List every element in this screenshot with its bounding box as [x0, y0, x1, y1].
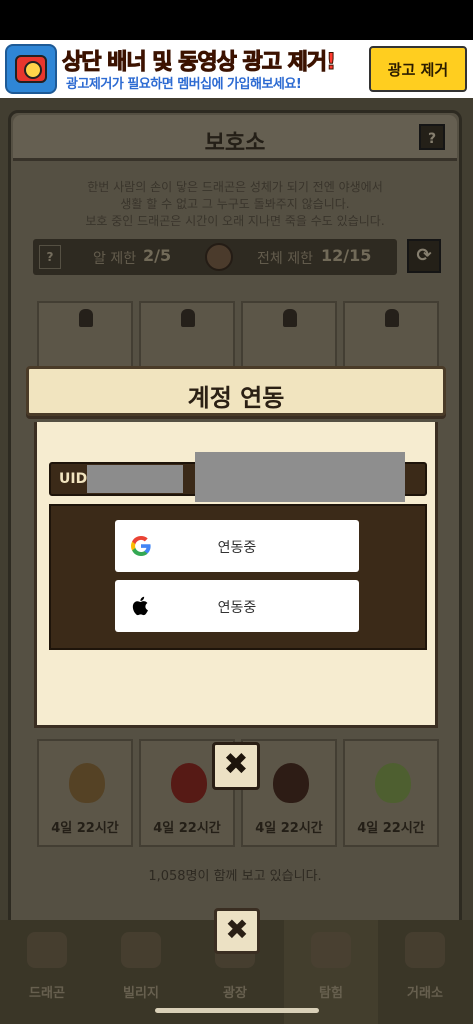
uid-label: UID — [59, 471, 88, 487]
uid-field: UID — [49, 452, 427, 502]
redacted-uid — [195, 452, 405, 502]
link-panel: 연동중 연동중 — [49, 504, 427, 650]
remove-ads-button[interactable]: 광고 제거 — [369, 46, 467, 92]
dialog-header: 계정 연동 — [26, 366, 446, 416]
ad-title: 상단 배너 및 동영상 광고 제거! — [61, 50, 336, 76]
google-link-button[interactable]: 연동중 — [115, 520, 359, 572]
google-link-status: 연동중 — [217, 540, 257, 556]
ad-logo-icon — [5, 44, 57, 94]
dialog-body: UID 연동중 연동중 — [34, 422, 438, 728]
ad-banner[interactable]: 상단 배너 및 동영상 광고 제거! 광고제거가 필요하면 멤버십에 가입해보세… — [0, 40, 473, 98]
apple-link-button[interactable]: 연동중 — [115, 580, 359, 632]
redacted-uid — [87, 465, 183, 493]
shelter-close-button[interactable]: ✖ — [214, 908, 260, 954]
apple-link-status: 연동중 — [217, 600, 257, 616]
dialog-title: 계정 연동 — [187, 384, 285, 412]
status-bar — [0, 0, 473, 40]
dialog-close-button[interactable]: ✖ — [212, 742, 260, 790]
ad-subtitle: 광고제거가 필요하면 멤버십에 가입해보세요! — [66, 77, 302, 92]
home-indicator — [155, 1008, 319, 1013]
account-link-dialog: 계정 연동 UID 연동중 연동중 — [26, 366, 446, 736]
